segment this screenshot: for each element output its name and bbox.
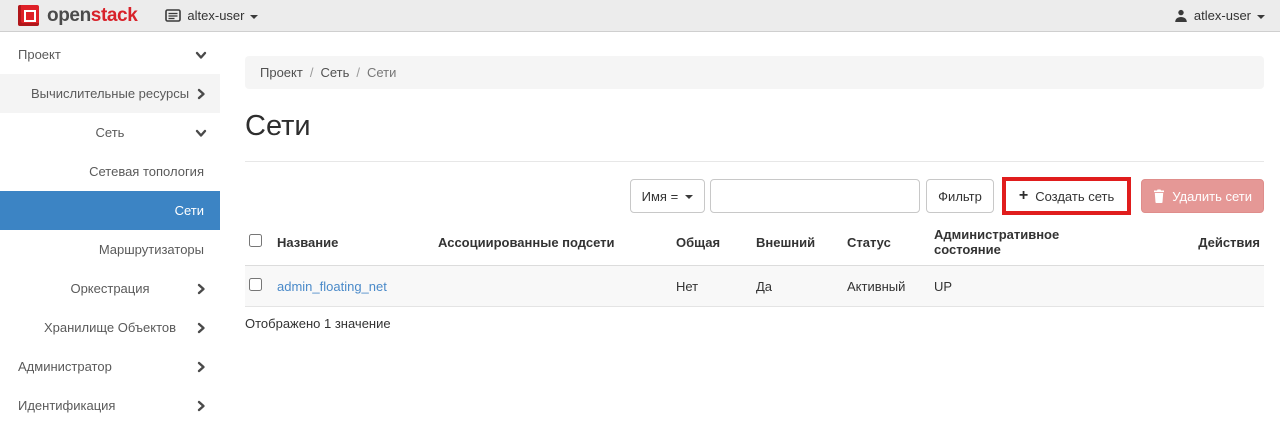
networks-table: Название Ассоциированные подсети Общая В… bbox=[245, 219, 1264, 307]
sidebar-item-orchestration[interactable]: Оркестрация bbox=[0, 269, 220, 308]
table-row: admin_floating_net Нет Да Активный UP bbox=[245, 266, 1264, 307]
trash-icon bbox=[1153, 189, 1165, 203]
user-label: atlex-user bbox=[1194, 8, 1251, 23]
domain-icon bbox=[165, 9, 181, 22]
search-input[interactable] bbox=[710, 179, 920, 213]
logo-stack: stack bbox=[91, 5, 138, 26]
cell-subnets bbox=[434, 266, 672, 307]
name-filter-label: Имя = bbox=[642, 189, 679, 204]
chevron-right-icon bbox=[194, 282, 208, 296]
cell-status: Активный bbox=[843, 266, 930, 307]
name-filter-dropdown[interactable]: Имя = bbox=[630, 179, 706, 213]
create-network-button[interactable]: + Создать сеть bbox=[1006, 181, 1127, 211]
openstack-cube-icon bbox=[18, 5, 39, 26]
column-header-actions: Действия bbox=[1130, 219, 1264, 266]
sidebar-item-network[interactable]: Сеть bbox=[0, 113, 220, 152]
column-header-status: Статус bbox=[843, 219, 930, 266]
row-checkbox[interactable] bbox=[249, 278, 262, 291]
delete-networks-button[interactable]: Удалить сети bbox=[1141, 179, 1264, 213]
breadcrumb-network[interactable]: Сеть bbox=[320, 65, 349, 80]
breadcrumb: Проект / Сеть / Сети bbox=[245, 56, 1264, 89]
column-header-external: Внешний bbox=[752, 219, 843, 266]
cell-actions bbox=[1130, 266, 1264, 307]
network-name-link[interactable]: admin_floating_net bbox=[277, 279, 387, 294]
breadcrumb-separator: / bbox=[310, 65, 314, 80]
sidebar-item-network-topology[interactable]: Сетевая топология bbox=[0, 152, 220, 191]
column-header-name[interactable]: Название bbox=[273, 219, 434, 266]
sidebar-item-label: Хранилище Объектов bbox=[44, 320, 176, 335]
cell-admin-state: UP bbox=[930, 266, 1130, 307]
column-header-admin-state: Административное состояние bbox=[930, 219, 1130, 266]
sidebar-item-label: Маршрутизаторы bbox=[99, 242, 204, 257]
column-header-shared: Общая bbox=[672, 219, 752, 266]
chevron-down-icon bbox=[194, 126, 208, 140]
chevron-right-icon bbox=[194, 321, 208, 335]
chevron-down-icon bbox=[685, 195, 693, 199]
title-divider bbox=[245, 161, 1264, 162]
delete-networks-label: Удалить сети bbox=[1172, 189, 1252, 204]
page-title: Сети bbox=[245, 109, 1264, 143]
sidebar-item-project[interactable]: Проект bbox=[0, 35, 220, 74]
sidebar-item-networks[interactable]: Сети bbox=[0, 191, 220, 230]
chevron-right-icon bbox=[194, 399, 208, 413]
sidebar-item-object-storage[interactable]: Хранилище Объектов bbox=[0, 308, 220, 347]
domain-label: altex-user bbox=[187, 8, 244, 23]
user-menu[interactable]: atlex-user bbox=[1174, 8, 1265, 23]
cell-shared: Нет bbox=[672, 266, 752, 307]
user-icon bbox=[1174, 9, 1188, 23]
logo-open: open bbox=[47, 5, 91, 26]
plus-icon: + bbox=[1019, 188, 1028, 204]
sidebar-item-compute[interactable]: Вычислительные ресурсы bbox=[0, 74, 220, 113]
chevron-down-icon bbox=[250, 15, 258, 19]
sidebar-item-label: Оркестрация bbox=[70, 281, 149, 296]
openstack-logo[interactable]: openstack bbox=[0, 5, 137, 27]
sidebar-item-label: Идентификация bbox=[18, 398, 115, 413]
breadcrumb-project[interactable]: Проект bbox=[260, 65, 303, 80]
sidebar-item-label: Вычислительные ресурсы bbox=[31, 86, 189, 101]
table-toolbar: Имя = Фильтр + Создать сеть Удалить сети bbox=[245, 177, 1264, 215]
chevron-down-icon bbox=[1257, 15, 1265, 19]
chevron-right-icon bbox=[194, 360, 208, 374]
select-all-checkbox[interactable] bbox=[249, 234, 262, 247]
domain-selector[interactable]: altex-user bbox=[165, 8, 258, 23]
sidebar-item-routers[interactable]: Маршрутизаторы bbox=[0, 230, 220, 269]
breadcrumb-networks: Сети bbox=[367, 65, 396, 80]
cell-external: Да bbox=[752, 266, 843, 307]
column-header-subnets: Ассоциированные подсети bbox=[434, 219, 672, 266]
chevron-right-icon bbox=[194, 87, 208, 101]
table-footer-count: Отображено 1 значение bbox=[245, 316, 1264, 331]
sidebar-item-label: Сети bbox=[175, 203, 204, 218]
filter-button[interactable]: Фильтр bbox=[926, 179, 994, 213]
sidebar-nav: Проект Вычислительные ресурсы Сеть Сетев… bbox=[0, 33, 220, 425]
sidebar-item-label: Сетевая топология bbox=[89, 164, 204, 179]
annotation-highlight-box: + Создать сеть bbox=[1002, 177, 1131, 215]
chevron-down-icon bbox=[194, 48, 208, 62]
main-content: Проект / Сеть / Сети Сети Имя = Фильтр + Соз… bbox=[220, 33, 1280, 331]
sidebar-item-admin[interactable]: Администратор bbox=[0, 347, 220, 386]
table-header-row: Название Ассоциированные подсети Общая В… bbox=[245, 219, 1264, 266]
sidebar-item-label: Сеть bbox=[96, 125, 125, 140]
top-bar: openstack altex-user atlex-user bbox=[0, 0, 1280, 32]
logo-text: openstack bbox=[47, 5, 137, 27]
create-network-label: Создать сеть bbox=[1035, 189, 1114, 204]
breadcrumb-separator: / bbox=[356, 65, 360, 80]
sidebar-item-label: Проект bbox=[18, 47, 61, 62]
sidebar-item-label: Администратор bbox=[18, 359, 112, 374]
sidebar-item-identity[interactable]: Идентификация bbox=[0, 386, 220, 425]
